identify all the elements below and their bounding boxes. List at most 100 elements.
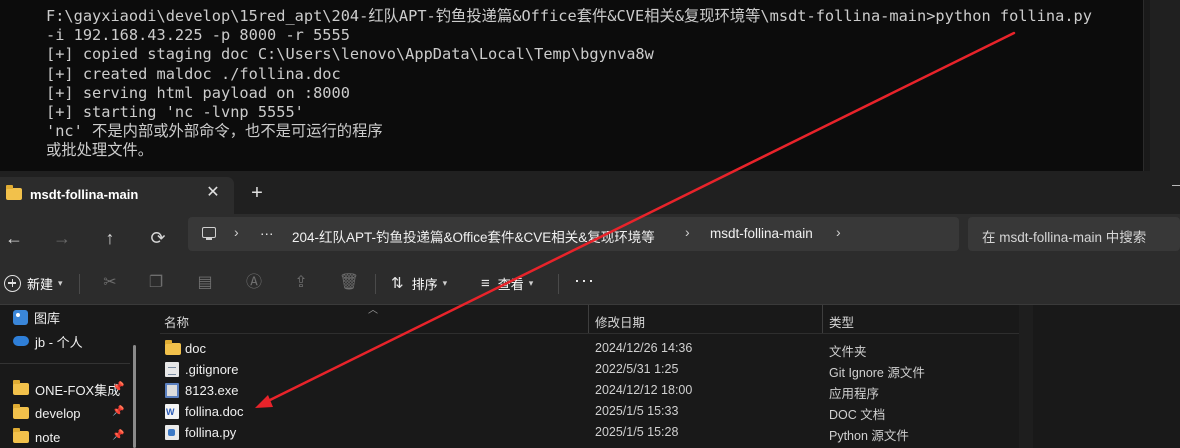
new-label: 新建 <box>27 276 54 292</box>
sort-ascending-icon: ︿ <box>368 305 378 316</box>
plus-circle-icon <box>4 274 21 292</box>
tab-bar: msdt-follina-main ✕ + — <box>0 171 1180 214</box>
paste-icon[interactable]: ▤ <box>194 272 216 294</box>
address-bar[interactable]: › ··· 204-红队APT-钓鱼投递篇&Office套件&CVE相关&复现环… <box>188 217 959 251</box>
sidebar-item-gallery[interactable]: 图库 <box>13 306 60 328</box>
breadcrumb-current[interactable]: msdt-follina-main <box>710 226 813 241</box>
chevron-down-icon: ▾ <box>58 277 63 288</box>
more-options-button[interactable]: ··· <box>574 270 595 291</box>
file-name: 8123.exe <box>185 383 239 398</box>
file-modified: 2025/1/5 15:33 <box>595 404 679 418</box>
share-icon[interactable]: ⇪ <box>290 272 312 294</box>
header-divider <box>160 333 1020 334</box>
file-modified: 2025/1/5 15:28 <box>595 425 679 439</box>
chevron-right-icon[interactable]: › <box>836 224 841 240</box>
file-type: Git Ignore 源文件 <box>829 366 925 380</box>
divider <box>375 274 376 294</box>
sidebar-item-note[interactable]: note <box>13 426 60 448</box>
delete-icon[interactable]: 🗑 <box>338 272 360 294</box>
sidebar-item-one-fox[interactable]: ONE-FOX集成 <box>13 378 120 400</box>
sidebar-item-label: 图库 <box>34 310 61 326</box>
column-divider[interactable] <box>822 305 823 333</box>
chevron-down-icon: ▾ <box>442 277 448 288</box>
chevron-right-icon[interactable]: › <box>685 224 690 240</box>
python-file-icon <box>165 425 179 440</box>
pictures-icon <box>13 309 28 325</box>
file-type: DOC 文档 <box>829 408 886 422</box>
file-row-8123-exe[interactable]: 8123.exe 2024/12/12 18:00 应用程序 <box>160 380 1018 401</box>
rename-icon[interactable]: Ⓐ <box>243 272 265 294</box>
sidebar-item-label: jb - 个人 <box>35 334 83 350</box>
file-row-gitignore[interactable]: .gitignore 2022/5/31 1:25 Git Ignore 源文件 <box>160 359 1018 380</box>
cut-icon[interactable]: ✂ <box>99 272 121 294</box>
navigation-bar: ← → ↑ ⟳ › ··· 204-红队APT-钓鱼投递篇&Office套件&C… <box>0 214 1180 262</box>
file-list[interactable]: ︿ 名称 修改日期 类型 doc 2024/12/26 14:36 文件夹 .g… <box>146 305 1180 448</box>
file-type: 文件夹 <box>829 345 867 359</box>
view-button[interactable]: ≡ 查看 ▾ <box>481 272 533 294</box>
new-button[interactable]: 新建 ▾ <box>4 272 63 294</box>
file-name: .gitignore <box>185 362 239 377</box>
file-name: follina.py <box>185 425 237 440</box>
terminal-window[interactable]: F:\gayxiaodi\develop\15red_apt\204-红队APT… <box>0 0 1150 172</box>
folder-icon <box>165 340 181 355</box>
tab-msdt-follina-main[interactable]: msdt-follina-main ✕ <box>0 177 234 214</box>
folder-icon <box>6 185 22 200</box>
file-name: follina.doc <box>185 404 244 419</box>
terminal-line: 'nc' 不是内部或外部命令，也不是可运行的程序 <box>46 122 383 141</box>
folder-icon <box>13 380 29 395</box>
view-icon: ≡ <box>481 274 490 292</box>
terminal-line: [+] serving html payload on :8000 <box>46 83 350 102</box>
up-button[interactable]: ↑ <box>96 224 124 252</box>
sidebar-item-develop[interactable]: develop <box>13 402 81 424</box>
terminal-scrollbar[interactable] <box>1143 0 1150 172</box>
command-bar: 新建 ▾ ✂ ❐ ▤ Ⓐ ⇪ 🗑 ⇅ 排序 ▾ ≡ 查看 ▾ ··· <box>0 262 1180 305</box>
file-modified: 2024/12/26 14:36 <box>595 341 693 355</box>
sort-button[interactable]: ⇅ 排序 ▾ <box>391 272 447 294</box>
terminal-line: [+] copied staging doc C:\Users\lenovo\A… <box>46 45 654 64</box>
close-tab-icon[interactable]: ✕ <box>203 183 223 203</box>
column-header-type[interactable]: 类型 <box>829 312 854 331</box>
exe-icon <box>165 383 179 398</box>
file-type: Python 源文件 <box>829 429 909 443</box>
file-row-follina-py[interactable]: follina.py 2025/1/5 15:28 Python 源文件 <box>160 422 1018 443</box>
search-input[interactable]: 在 msdt-follina-main 中搜索 <box>968 217 1180 251</box>
refresh-button[interactable]: ⟳ <box>144 224 172 252</box>
column-header-name[interactable]: 名称 <box>164 312 189 331</box>
word-doc-icon <box>165 404 179 419</box>
column-divider[interactable] <box>588 305 589 333</box>
search-placeholder: 在 msdt-follina-main 中搜索 <box>982 230 1147 245</box>
back-button[interactable]: ← <box>0 224 28 252</box>
this-pc-icon[interactable] <box>202 227 216 240</box>
column-header-modified[interactable]: 修改日期 <box>595 312 645 331</box>
sidebar-scrollbar[interactable] <box>133 345 136 448</box>
minimize-icon[interactable]: — <box>1172 177 1180 192</box>
folder-icon <box>13 428 29 443</box>
divider <box>0 363 130 364</box>
breadcrumb-overflow[interactable]: ··· <box>260 226 274 241</box>
file-modified: 2022/5/31 1:25 <box>595 362 679 376</box>
file-name: doc <box>185 341 206 356</box>
terminal-line: F:\gayxiaodi\develop\15red_apt\204-红队APT… <box>46 7 1092 25</box>
forward-button[interactable]: → <box>48 224 76 252</box>
new-tab-button[interactable]: + <box>246 182 268 204</box>
chevron-right-icon[interactable]: › <box>234 224 239 240</box>
sidebar-item-onedrive[interactable]: jb - 个人 <box>13 330 83 352</box>
terminal-line: [+] created maldoc ./follina.doc <box>46 64 341 83</box>
file-row-doc[interactable]: doc 2024/12/26 14:36 文件夹 <box>160 338 1018 359</box>
navigation-pane[interactable]: 图库 jb - 个人 ONE-FOX集成 📌 develop 📌 note 📌 <box>0 305 146 448</box>
text-file-icon <box>165 362 179 377</box>
file-explorer-window[interactable]: msdt-follina-main ✕ + — ← → ↑ ⟳ › ··· 20… <box>0 171 1180 448</box>
divider <box>558 274 559 294</box>
tab-title: msdt-follina-main <box>30 187 139 202</box>
sort-icon: ⇅ <box>391 275 404 292</box>
breadcrumb-parent[interactable]: 204-红队APT-钓鱼投递篇&Office套件&CVE相关&复现环境等 <box>292 226 655 246</box>
copy-icon[interactable]: ❐ <box>145 272 167 294</box>
file-list-scrollbar[interactable] <box>1019 305 1033 448</box>
folder-icon <box>13 404 29 419</box>
sidebar-item-label: ONE-FOX集成 <box>35 382 121 398</box>
file-row-follina-doc[interactable]: follina.doc 2025/1/5 15:33 DOC 文档 <box>160 401 1018 422</box>
sidebar-item-label: note <box>35 429 61 445</box>
details-pane <box>1034 305 1180 448</box>
file-modified: 2024/12/12 18:00 <box>595 383 693 397</box>
view-label: 查看 <box>497 276 524 292</box>
